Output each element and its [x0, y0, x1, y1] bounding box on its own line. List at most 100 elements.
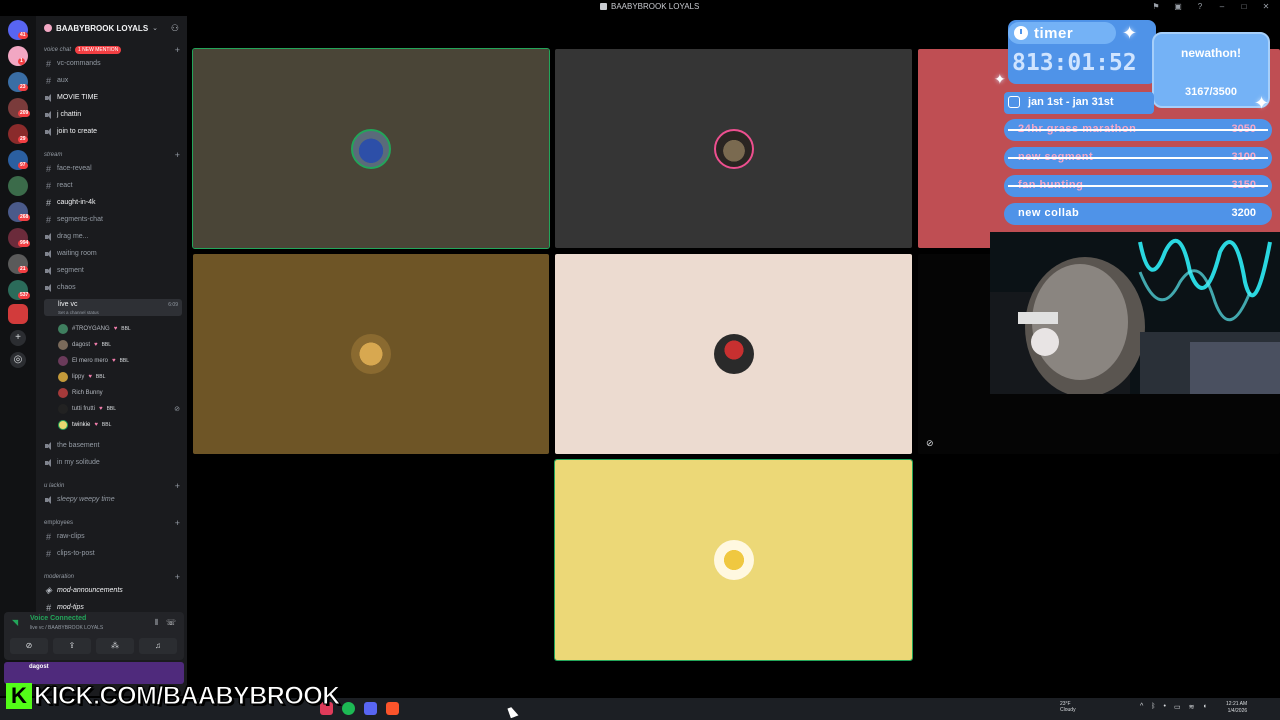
vc-user[interactable]: El mero mero ♥ BBL: [58, 354, 180, 368]
category-moderation[interactable]: moderation +: [44, 571, 180, 583]
video-tile[interactable]: [555, 49, 912, 248]
category-employees[interactable]: employees +: [44, 517, 180, 529]
channel-j-chattin[interactable]: j chattin: [44, 107, 180, 122]
vc-user-name: Rich Bunny: [72, 390, 103, 396]
clock-icon: [1014, 26, 1028, 40]
channel-waiting-room[interactable]: waiting room: [44, 246, 180, 261]
channel-drag-me[interactable]: drag me...: [44, 229, 180, 244]
soundboard-button[interactable]: ♫: [139, 638, 177, 654]
channel-clips-to-post[interactable]: # clips-to-post: [44, 546, 180, 561]
category-voice-chat[interactable]: voice chat 1 NEW MENTION +: [44, 44, 180, 56]
vc-user[interactable]: twinkie ♥ BBL: [58, 418, 180, 432]
brave-icon[interactable]: [386, 702, 399, 715]
server-icon[interactable]: [8, 304, 28, 324]
camera-off-button[interactable]: ⊘: [10, 638, 48, 654]
weather-widget[interactable]: 23°F Cloudy: [1060, 701, 1076, 713]
add-channel-icon[interactable]: +: [175, 572, 180, 582]
heart-icon: ♥: [88, 374, 92, 380]
speaker-icon: [47, 303, 56, 311]
channel-raw-clips[interactable]: # raw-clips: [44, 529, 180, 544]
channel-sleepy-weepy-time[interactable]: sleepy weepy time: [44, 492, 180, 507]
channel-join-to-create[interactable]: join to create: [44, 124, 180, 139]
new-mention-badge[interactable]: 1 NEW MENTION: [75, 46, 122, 54]
channel-segment[interactable]: segment: [44, 263, 180, 278]
goal-item: fan hunting 3150: [1004, 175, 1272, 197]
channel-caught-in-4k[interactable]: # caught-in-4k: [44, 195, 180, 210]
add-server-icon[interactable]: +: [10, 330, 26, 346]
help-icon[interactable]: ?: [1194, 2, 1206, 11]
kick-logo-icon: K: [6, 683, 32, 709]
minimize-icon[interactable]: –: [1216, 2, 1228, 11]
spotify-icon[interactable]: [342, 702, 355, 715]
add-channel-icon[interactable]: +: [175, 45, 180, 55]
voice-location[interactable]: live vc / BAABYBROOK LOYALS: [30, 625, 103, 631]
discord-app: BAABYBROOK LOYALS ⚑ ▣ ? – □ ✕ 41 1 23 20…: [0, 0, 1280, 720]
channel-segments-chat[interactable]: # segments-chat: [44, 212, 180, 227]
vc-user-tag: BBL: [119, 358, 130, 364]
server-badge: 994: [18, 240, 31, 247]
server-header[interactable]: BAABYBROOK LOYALS ⌄ ⚇: [36, 16, 187, 40]
bluetooth-icon[interactable]: ᛒ: [1151, 703, 1155, 711]
channel-status-button[interactable]: Set a channel status: [58, 310, 99, 315]
add-channel-icon[interactable]: +: [175, 481, 180, 491]
heart-icon: ♥: [112, 358, 116, 364]
add-channel-icon[interactable]: +: [175, 150, 180, 160]
timer-label: timer: [1034, 24, 1074, 42]
share-screen-button[interactable]: ⇪: [53, 638, 91, 654]
vc-user[interactable]: dagost ♥ BBL: [58, 338, 180, 352]
channel-aux[interactable]: # aux: [44, 73, 180, 88]
channel-face-reveal[interactable]: # face-reveal: [44, 161, 180, 176]
kick-watermark: K KICK.COM/BAABYBROOK: [6, 681, 341, 710]
category-stream[interactable]: stream +: [44, 149, 180, 161]
vc-user[interactable]: Rich Bunny: [58, 386, 180, 400]
close-icon[interactable]: ✕: [1260, 2, 1272, 11]
channel-chaos[interactable]: chaos: [44, 280, 180, 295]
avatar: [58, 356, 68, 366]
channel-vc-commands[interactable]: # vc-commands: [44, 56, 180, 71]
server-icon[interactable]: [8, 176, 28, 196]
taskbar-clock[interactable]: 12:21 AM 1/4/2026: [1226, 701, 1247, 715]
invite-people-icon[interactable]: ⚇: [171, 23, 179, 34]
vc-user[interactable]: tutti frutti ♥ BBL ⊘: [58, 402, 180, 416]
chevron-up-icon[interactable]: ^: [1140, 703, 1143, 711]
category-u-lackin[interactable]: u lackin +: [44, 480, 180, 492]
maximize-icon[interactable]: □: [1238, 2, 1250, 11]
pin-icon[interactable]: ⚑: [1150, 2, 1162, 11]
mic-icon[interactable]: •: [1164, 703, 1166, 711]
hash-icon: #: [45, 163, 51, 174]
heart-icon: ♥: [113, 326, 118, 332]
server-icon: [600, 3, 607, 10]
channel-movie-time[interactable]: MOVIE TIME: [44, 90, 180, 105]
channel-label: j chattin: [57, 111, 82, 118]
server-dot-icon: [44, 24, 52, 32]
inbox-icon[interactable]: ▣: [1172, 2, 1184, 11]
noise-suppression-icon[interactable]: ⫴: [155, 618, 158, 628]
wifi-icon[interactable]: ≋: [1189, 703, 1195, 711]
video-tile[interactable]: [192, 48, 550, 249]
channel-react[interactable]: # react: [44, 178, 180, 193]
vc-user[interactable]: #TROYGANG ♥ BBL: [58, 322, 180, 336]
add-channel-icon[interactable]: +: [175, 518, 180, 528]
category-label: voice chat: [44, 47, 72, 53]
discover-icon[interactable]: ◎: [10, 352, 26, 368]
vc-user-tag: BBL: [121, 326, 131, 332]
vc-user-name: El mero mero: [72, 358, 109, 364]
channel-in-my-solitude[interactable]: in my solitude: [44, 455, 180, 470]
taskbar-date: 1/4/2026: [1227, 708, 1248, 714]
vc-user[interactable]: lippy ♥ BBL: [58, 370, 180, 384]
video-tile[interactable]: [555, 254, 912, 454]
channel-the-basement[interactable]: the basement: [44, 438, 180, 453]
activities-button[interactable]: ⁂: [96, 638, 134, 654]
video-tile[interactable]: [554, 459, 913, 661]
discord-icon[interactable]: [364, 702, 377, 715]
disconnect-icon[interactable]: ☏: [166, 618, 176, 627]
battery-icon[interactable]: ▭: [1174, 703, 1181, 711]
voice-status[interactable]: Voice Connected: [30, 615, 86, 622]
speaker-icon: [44, 441, 53, 450]
volume-icon[interactable]: ◖: [1202, 703, 1206, 711]
channel-mod-announcements[interactable]: ◈ mod-announcements: [44, 583, 180, 598]
video-tile[interactable]: [193, 254, 549, 454]
channel-live-vc[interactable]: live vc Set a channel status 6:09: [44, 299, 182, 316]
hash-icon: #: [45, 531, 51, 542]
speaker-icon: [44, 495, 53, 504]
